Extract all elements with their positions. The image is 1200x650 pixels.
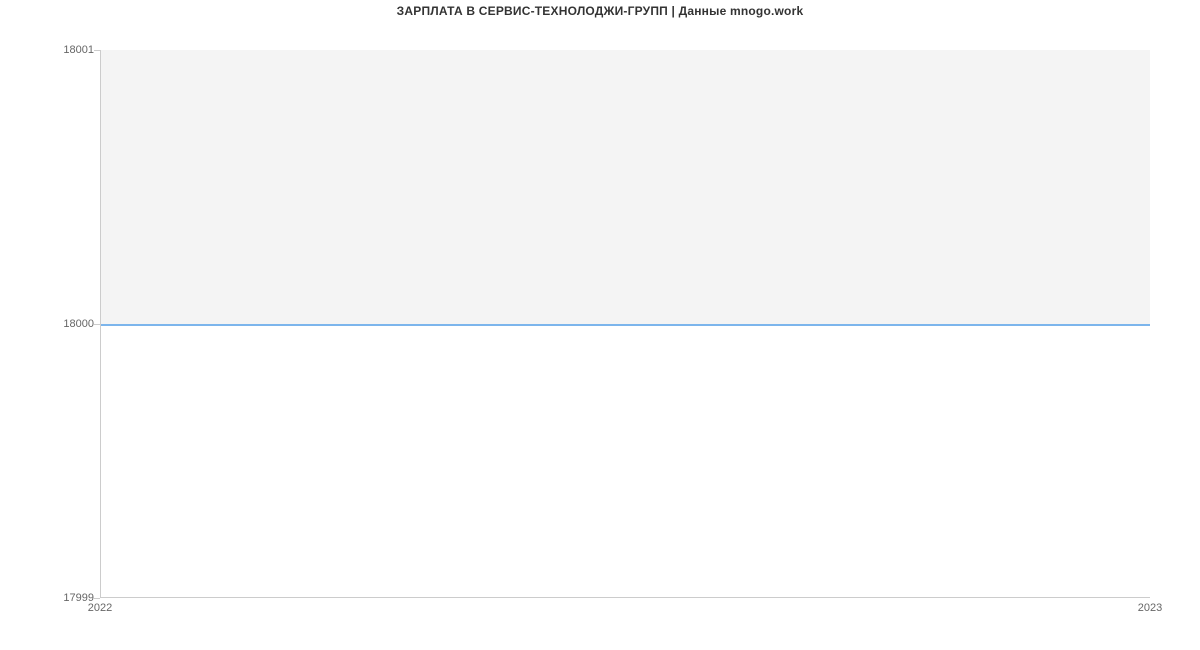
plot-area — [100, 50, 1150, 598]
plot-band-lower — [100, 324, 1150, 598]
chart-container: ЗАРПЛАТА В СЕРВИС-ТЕХНОЛОДЖИ-ГРУПП | Дан… — [0, 0, 1200, 650]
y-axis-line — [100, 50, 101, 598]
x-tick-label: 2022 — [88, 602, 112, 614]
y-tick-mark — [94, 598, 100, 599]
y-tick-label: 18000 — [4, 318, 94, 330]
series-line — [100, 324, 1150, 326]
y-tick-label: 18001 — [4, 44, 94, 56]
plot-band-upper — [100, 50, 1150, 324]
x-tick-label: 2023 — [1138, 602, 1162, 614]
x-axis-line — [100, 597, 1150, 598]
chart-title: ЗАРПЛАТА В СЕРВИС-ТЕХНОЛОДЖИ-ГРУПП | Дан… — [0, 4, 1200, 18]
y-tick-label: 17999 — [4, 592, 94, 604]
